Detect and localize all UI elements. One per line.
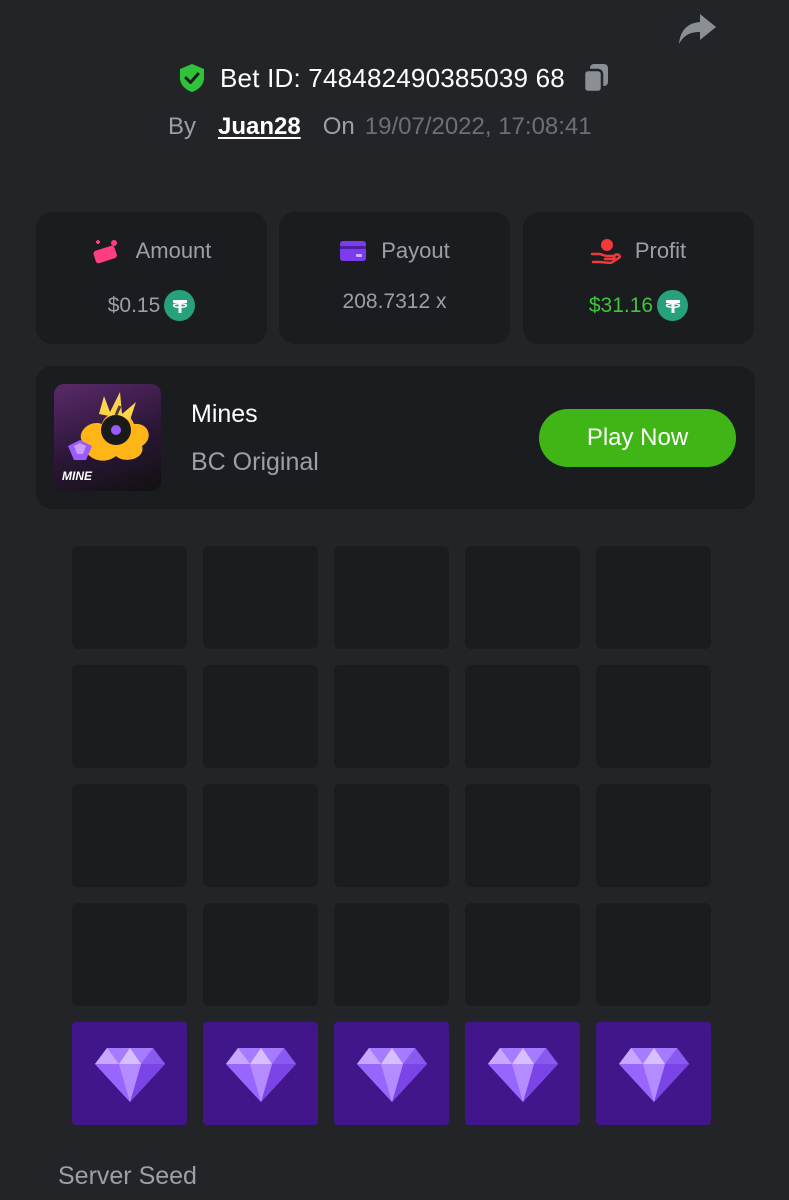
shield-check-icon (180, 64, 205, 92)
profit-value: $31.16 (588, 293, 654, 317)
bet-date: 19/07/2022, 17:08:41 (364, 113, 592, 140)
server-seed-label: Server Seed (58, 1162, 197, 1190)
tether-icon (164, 290, 196, 321)
gem-tile[interactable] (203, 1022, 318, 1125)
diamond-icon (356, 1047, 427, 1102)
hidden-tile[interactable] (334, 784, 449, 887)
game-name[interactable]: Mines (191, 400, 258, 429)
hidden-tile[interactable] (596, 546, 711, 649)
share-icon[interactable] (676, 10, 718, 48)
hidden-tile[interactable] (465, 903, 580, 1006)
on-label: On (322, 113, 355, 140)
by-label: By (168, 113, 197, 140)
payout-card: Payout 208.7312 x (279, 212, 510, 344)
profit-icon (590, 239, 621, 264)
amount-icon (93, 240, 117, 264)
tether-icon (657, 290, 689, 321)
hidden-tile[interactable] (334, 665, 449, 768)
amount-value: $0.15 (107, 293, 161, 317)
hidden-tile[interactable] (334, 546, 449, 649)
play-now-button[interactable]: Play Now (539, 409, 736, 467)
bet-id: Bet ID: 748482490385039 68 (220, 62, 565, 93)
hidden-tile[interactable] (203, 665, 318, 768)
gem-tile[interactable] (72, 1022, 187, 1125)
diamond-icon (94, 1047, 165, 1102)
bet-id-row: Bet ID: 748482490385039 68 (0, 62, 789, 94)
hidden-tile[interactable] (72, 784, 187, 887)
hidden-tile[interactable] (596, 903, 711, 1006)
mines-board (72, 546, 711, 1125)
payout-value: 208.7312 x (342, 290, 447, 313)
thumb-label: MINE (62, 469, 92, 483)
diamond-icon (487, 1047, 558, 1102)
game-subtitle: BC Original (191, 448, 319, 476)
hidden-tile[interactable] (596, 784, 711, 887)
hidden-tile[interactable] (72, 665, 187, 768)
hidden-tile[interactable] (203, 903, 318, 1006)
diamond-icon (618, 1047, 689, 1102)
hidden-tile[interactable] (72, 903, 187, 1006)
hidden-tile[interactable] (465, 665, 580, 768)
profit-label: Profit (634, 238, 687, 263)
payout-label: Payout (381, 238, 450, 263)
hidden-tile[interactable] (203, 546, 318, 649)
username-link[interactable]: Juan28 (218, 113, 301, 141)
copy-icon[interactable] (581, 62, 611, 94)
hidden-tile[interactable] (596, 665, 711, 768)
hidden-tile[interactable] (465, 784, 580, 887)
hidden-tile[interactable] (334, 903, 449, 1006)
diamond-icon (225, 1047, 296, 1102)
game-card: MINE Mines BC Original Play Now (36, 366, 755, 509)
hidden-tile[interactable] (465, 546, 580, 649)
hidden-tile[interactable] (203, 784, 318, 887)
game-thumbnail[interactable]: MINE (54, 384, 161, 491)
gem-tile[interactable] (465, 1022, 580, 1125)
amount-card: Amount $0.15 (36, 212, 267, 344)
gem-tile[interactable] (596, 1022, 711, 1125)
gem-tile[interactable] (334, 1022, 449, 1125)
profit-card: Profit $31.16 (523, 212, 754, 344)
amount-label: Amount (135, 238, 212, 263)
hidden-tile[interactable] (72, 546, 187, 649)
bet-meta: By Juan28 On 19/07/2022, 17:08:41 (168, 113, 592, 141)
card-icon (340, 241, 367, 261)
